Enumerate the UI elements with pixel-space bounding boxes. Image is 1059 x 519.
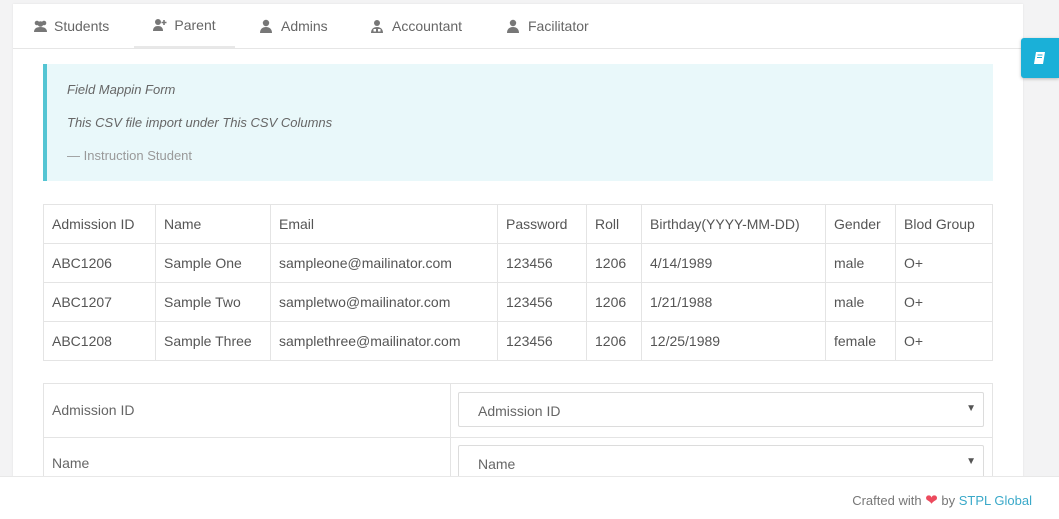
cell-email: samplethree@mailinator.com [270, 321, 498, 361]
cell-birthday: 4/14/1989 [641, 243, 826, 283]
user-icon [507, 19, 521, 33]
tab-facilitator[interactable]: Facilitator [507, 4, 589, 48]
cell-password: 123456 [497, 282, 587, 322]
cell-blood-group: O+ [895, 243, 993, 283]
cell-email: sampleone@mailinator.com [270, 243, 498, 283]
mapping-label: Name [52, 455, 90, 471]
cell-admission-id: ABC1207 [43, 282, 156, 322]
tab-students[interactable]: Students [33, 4, 109, 48]
header-admission-id: Admission ID [43, 204, 156, 244]
user-plus-icon [153, 18, 167, 32]
user-icon [260, 19, 274, 33]
cell-blood-group: O+ [895, 321, 993, 361]
column-divider [450, 384, 451, 437]
role-tabs: Students Parent Admins Accountant Facili… [13, 4, 1023, 49]
users-icon [33, 19, 47, 33]
footer-by: by [941, 493, 956, 508]
book-icon [1034, 52, 1045, 64]
user-tie-icon [371, 19, 385, 33]
cell-email: sampletwo@mailinator.com [270, 282, 498, 322]
cell-password: 123456 [497, 243, 587, 283]
header-gender: Gender [825, 204, 896, 244]
instruction-title: Field Mappin Form [67, 82, 176, 97]
cell-name: Sample Three [155, 321, 271, 361]
instruction-source: — Instruction Student [67, 148, 193, 163]
admission-id-select[interactable]: Admission ID ▼ [458, 392, 984, 427]
table-row: ABC1206 Sample One sampleone@mailinator.… [43, 243, 993, 283]
cell-admission-id: ABC1208 [43, 321, 156, 361]
mapping-label: Admission ID [52, 402, 135, 418]
name-select[interactable]: Name ▼ [458, 445, 984, 480]
select-value: Admission ID [478, 403, 561, 419]
main-panel: Students Parent Admins Accountant Facili… [13, 4, 1023, 484]
header-password: Password [497, 204, 587, 244]
table-row: ABC1207 Sample Two sampletwo@mailinator.… [43, 282, 993, 322]
field-mapping-table: Admission ID Admission ID ▼ Name Name ▼ [43, 383, 993, 484]
cell-admission-id: ABC1206 [43, 243, 156, 283]
tab-parent[interactable]: Parent [134, 4, 235, 48]
select-value: Name [478, 456, 516, 472]
footer: Crafted with ❤ by STPL Global [0, 476, 1059, 519]
cell-roll: 1206 [586, 282, 642, 322]
tab-students-label: Students [54, 18, 110, 34]
cell-roll: 1206 [586, 321, 642, 361]
header-blood-group: Blod Group [895, 204, 993, 244]
side-book-button[interactable] [1021, 38, 1059, 78]
cell-birthday: 1/21/1988 [641, 282, 826, 322]
header-roll: Roll [586, 204, 642, 244]
tab-accountant[interactable]: Accountant [371, 4, 462, 48]
instruction-blockquote: Field Mappin Form This CSV file import u… [43, 64, 993, 181]
heart-icon: ❤ [925, 492, 938, 509]
tab-facilitator-label: Facilitator [528, 18, 589, 34]
tab-admins[interactable]: Admins [260, 4, 328, 48]
cell-gender: male [825, 282, 896, 322]
tab-accountant-label: Accountant [392, 18, 463, 34]
caret-down-icon: ▼ [966, 403, 976, 414]
tab-parent-label: Parent [174, 17, 216, 33]
footer-prefix: Crafted with [852, 493, 922, 508]
header-name: Name [155, 204, 271, 244]
cell-roll: 1206 [586, 243, 642, 283]
caret-down-icon: ▼ [966, 456, 976, 467]
cell-password: 123456 [497, 321, 587, 361]
header-email: Email [270, 204, 498, 244]
table-header-row: Admission ID Name Email Password Roll Bi… [43, 204, 993, 244]
mapping-row-admission-id: Admission ID Admission ID ▼ [44, 384, 992, 438]
cell-gender: female [825, 321, 896, 361]
sample-csv-table: Admission ID Name Email Password Roll Bi… [43, 204, 993, 361]
cell-birthday: 12/25/1989 [641, 321, 826, 361]
tab-admins-label: Admins [281, 18, 328, 34]
table-row: ABC1208 Sample Three samplethree@mailina… [43, 321, 993, 361]
cell-blood-group: O+ [895, 282, 993, 322]
footer-credit: Crafted with ❤ by STPL Global [852, 491, 1032, 509]
cell-name: Sample One [155, 243, 271, 283]
cell-gender: male [825, 243, 896, 283]
instruction-text: This CSV file import under This CSV Colu… [67, 115, 333, 130]
cell-name: Sample Two [155, 282, 271, 322]
brand-link[interactable]: STPL Global [959, 493, 1032, 508]
header-birthday: Birthday(YYYY-MM-DD) [641, 204, 826, 244]
